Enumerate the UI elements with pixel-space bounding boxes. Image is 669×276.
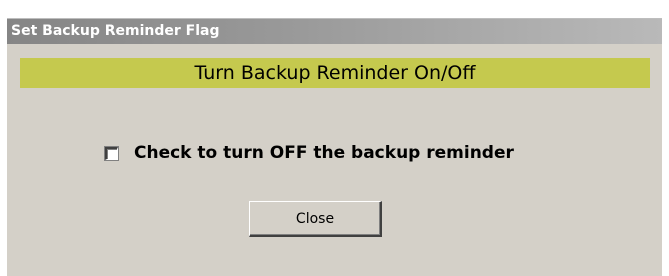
close-button[interactable]: Close [249, 201, 382, 237]
backup-reminder-off-label[interactable]: Check to turn OFF the backup reminder [134, 143, 514, 163]
dialog-window: Set Backup Reminder Flag Turn Backup Rem… [7, 18, 662, 276]
title-bar[interactable]: Set Backup Reminder Flag [7, 18, 662, 44]
backup-reminder-off-checkbox[interactable] [104, 145, 119, 161]
backup-reminder-option[interactable]: Check to turn OFF the backup reminder [104, 143, 514, 163]
section-header: Turn Backup Reminder On/Off [20, 58, 650, 88]
window-title: Set Backup Reminder Flag [11, 23, 220, 39]
section-header-title: Turn Backup Reminder On/Off [194, 62, 476, 84]
